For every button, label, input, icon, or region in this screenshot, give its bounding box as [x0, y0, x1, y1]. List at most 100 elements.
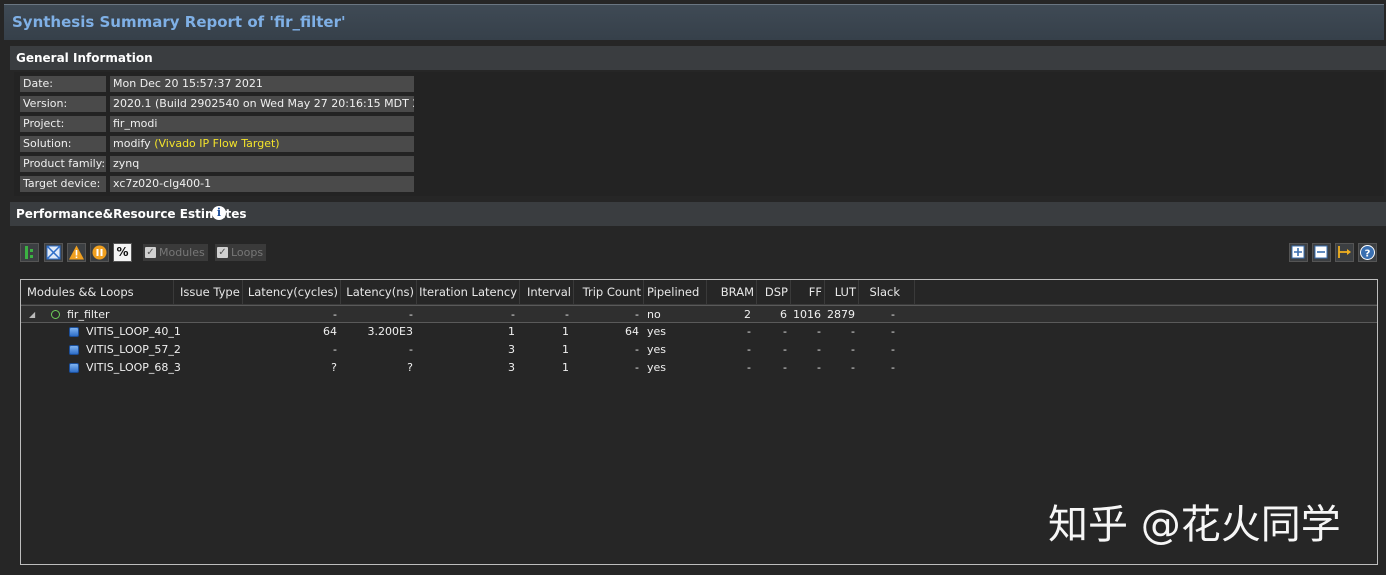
loop-icon — [69, 327, 79, 337]
col-latency-ns[interactable]: Latency(ns) — [341, 280, 417, 304]
cell-trip-count: - — [635, 361, 639, 374]
general-info-header[interactable]: General Information — [10, 46, 1386, 70]
hierarchy-tree-button[interactable] — [20, 243, 39, 262]
cell-lut: - — [851, 343, 855, 356]
cell-bram: - — [747, 361, 751, 374]
info-value: modify (Vivado IP Flow Target) — [110, 136, 414, 152]
collapse-all-button[interactable] — [1312, 243, 1331, 262]
info-label: Version: — [20, 96, 106, 112]
table-row-loop-57-2[interactable]: VITIS_LOOP_57_2 - - 3 1 - yes - - - - - — [21, 341, 1377, 359]
cell-latency-cycles: 64 — [323, 325, 337, 338]
general-info-title: General Information — [16, 51, 153, 65]
cell-slack: - — [891, 343, 895, 356]
table-row-loop-40-1[interactable]: VITIS_LOOP_40_1 64 3.200E3 1 1 64 yes - … — [21, 323, 1377, 341]
info-value: 2020.1 (Build 2902540 on Wed May 27 20:1… — [110, 96, 414, 112]
cell-trip-count: - — [635, 308, 639, 321]
loop-grid-icon — [46, 245, 61, 260]
table-row-fir-filter[interactable]: ◢ fir_filter - - - - - no 2 6 1016 2879 … — [21, 305, 1377, 323]
warnings-button[interactable] — [67, 243, 86, 262]
cell-slack: - — [891, 361, 895, 374]
table-row-loop-68-3[interactable]: VITIS_LOOP_68_3 ? ? 3 1 - yes - - - - - — [21, 359, 1377, 377]
cell-lut: 2879 — [827, 308, 855, 321]
svg-text:?: ? — [1365, 249, 1371, 260]
cell-dsp: - — [783, 361, 787, 374]
col-issue-type[interactable]: Issue Type — [174, 280, 243, 304]
solution-target-flow[interactable]: (Vivado IP Flow Target) — [154, 137, 279, 150]
cell-dsp: - — [783, 343, 787, 356]
col-lut[interactable]: LUT — [825, 280, 859, 304]
modules-checkbox-label: Modules — [159, 246, 205, 259]
tree-icon — [25, 246, 33, 259]
cell-interval: 1 — [562, 325, 569, 338]
perf-estimates-header[interactable]: Performance&Resource Estimates i — [10, 202, 1386, 226]
col-interval[interactable]: Interval — [520, 280, 574, 304]
cell-bram: - — [747, 343, 751, 356]
info-value: fir_modi — [110, 116, 414, 132]
solution-name: modify — [113, 137, 151, 150]
info-label: Date: — [20, 76, 106, 92]
cell-latency-ns: 3.200E3 — [367, 325, 413, 338]
cell-trip-count: 64 — [625, 325, 639, 338]
cell-bram: 2 — [744, 308, 751, 321]
cell-name: VITIS_LOOP_40_1 — [86, 325, 181, 338]
cell-latency-cycles: ? — [331, 361, 337, 374]
report-window: Synthesis Summary Report of 'fir_filter'… — [0, 0, 1386, 575]
help-button[interactable]: ? — [1358, 243, 1377, 262]
col-latency-cycles[interactable]: Latency(cycles) — [243, 280, 341, 304]
title-bar: Synthesis Summary Report of 'fir_filter' — [4, 4, 1384, 40]
cell-pipelined: yes — [647, 361, 667, 374]
cell-ff: - — [817, 361, 821, 374]
loop-icon — [69, 363, 79, 373]
cell-interval: 1 — [562, 361, 569, 374]
cell-dsp: 6 — [780, 308, 787, 321]
cell-lut: - — [851, 325, 855, 338]
info-label: Product family: — [20, 156, 106, 172]
loops-checkbox-label: Loops — [231, 246, 264, 259]
cell-iteration-latency: 3 — [508, 361, 515, 374]
modules-checkbox[interactable]: ✓ Modules — [143, 244, 208, 261]
warning-icon — [69, 245, 84, 260]
cell-interval: - — [565, 308, 569, 321]
info-value: Mon Dec 20 15:57:37 2021 — [110, 76, 414, 92]
goto-source-button[interactable] — [1335, 243, 1354, 262]
col-ff[interactable]: FF — [791, 280, 825, 304]
report-title: Synthesis Summary Report of 'fir_filter' — [12, 13, 346, 31]
info-label: Target device: — [20, 176, 106, 192]
cell-name: fir_filter — [67, 308, 110, 321]
loop-view-button[interactable] — [44, 243, 63, 262]
orange-circle-icon — [92, 245, 107, 260]
cell-name: VITIS_LOOP_57_2 — [86, 343, 181, 356]
percent-toggle-button[interactable]: % — [113, 243, 132, 262]
info-value: zynq — [110, 156, 414, 172]
table-header: Modules && Loops Issue Type Latency(cycl… — [21, 280, 1377, 305]
cell-pipelined: yes — [647, 325, 667, 338]
cell-name: VITIS_LOOP_68_3 — [86, 361, 181, 374]
cell-iteration-latency: 3 — [508, 343, 515, 356]
col-modules-loops[interactable]: Modules && Loops — [21, 280, 174, 304]
col-bram[interactable]: BRAM — [707, 280, 757, 304]
cell-dsp: - — [783, 325, 787, 338]
cell-slack: - — [891, 308, 895, 321]
general-info-panel: Date: Mon Dec 20 15:57:37 2021 Version: … — [14, 72, 1384, 196]
checkbox-icon: ✓ — [145, 247, 156, 258]
expand-all-button[interactable] — [1289, 243, 1308, 262]
cell-lut: - — [851, 361, 855, 374]
collapse-arrow-icon[interactable]: ◢ — [29, 306, 35, 323]
loops-checkbox[interactable]: ✓ Loops — [215, 244, 267, 261]
cell-iteration-latency: 1 — [508, 325, 515, 338]
col-pipelined[interactable]: Pipelined — [644, 280, 707, 304]
cell-ff: - — [817, 343, 821, 356]
pause-info-button[interactable] — [90, 243, 109, 262]
col-slack[interactable]: Slack — [859, 280, 915, 304]
cell-iteration-latency: - — [511, 308, 515, 321]
col-trip-count[interactable]: Trip Count — [574, 280, 644, 304]
info-icon[interactable]: i — [212, 206, 226, 220]
col-dsp[interactable]: DSP — [757, 280, 791, 304]
cell-ff: - — [817, 325, 821, 338]
info-label: Solution: — [20, 136, 106, 152]
cell-bram: - — [747, 325, 751, 338]
module-icon — [51, 310, 60, 319]
info-label: Project: — [20, 116, 106, 132]
cell-latency-cycles: - — [333, 343, 337, 356]
col-iteration-latency[interactable]: Iteration Latency — [417, 280, 520, 304]
